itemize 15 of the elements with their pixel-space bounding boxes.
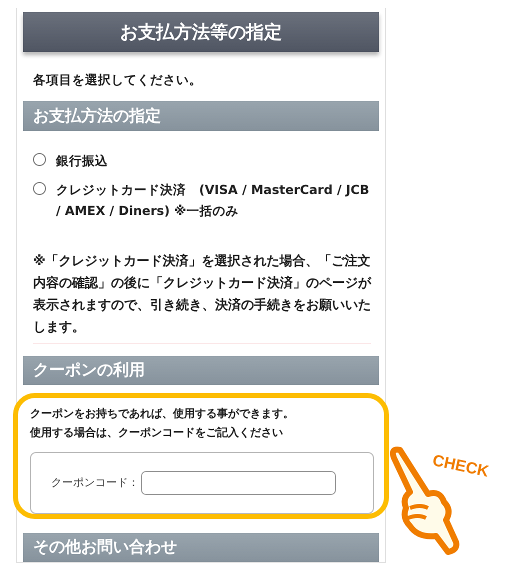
page-title: お支払方法等の指定 <box>23 12 379 52</box>
coupon-info-text: 使用する場合は、クーポンコードをご記入ください <box>30 424 284 441</box>
coupon-info-text: クーポンをお持ちであれば、使用する事ができます。 <box>30 406 295 422</box>
field-label: クーポンコード： <box>51 475 139 490</box>
radio-button[interactable] <box>33 152 46 166</box>
option-label: 銀行振込 <box>56 152 108 170</box>
note-text: ※「クレジットカード決済」を選択された場合、「ご注文内容の確認」の後に「クレジットカード決済」のページが表示されますので、引き続き、決済の手続きをお願いいたします。 <box>33 250 371 344</box>
check-label: CHECK <box>430 452 490 482</box>
section-heading: その他お問い合わせ <box>23 532 379 562</box>
radio-button[interactable] <box>33 182 46 195</box>
section-heading: クーポンの利用 <box>23 356 379 385</box>
option-label: クレジットカード決済 (VISA / MasterCard / JCB / AMEX / Diners) ※一括のみ <box>56 180 370 220</box>
instruction-text: 各項目を選択してください。 <box>33 72 203 90</box>
section-heading: お支払方法の指定 <box>23 101 379 131</box>
coupon-code-field[interactable] <box>141 470 336 495</box>
